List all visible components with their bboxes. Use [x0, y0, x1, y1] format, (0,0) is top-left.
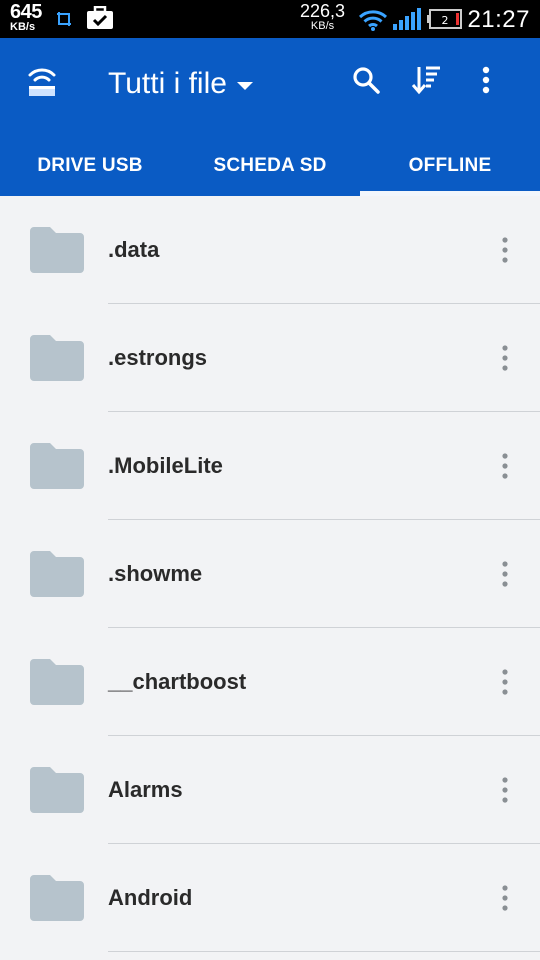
briefcase-check-icon: [86, 5, 114, 35]
status-bar: 645 KB/s 226,3 KB/s 2 21:27: [0, 0, 540, 38]
status-time: 21:27: [467, 6, 530, 33]
tab-drive-usb[interactable]: DRIVE USB: [0, 136, 180, 196]
caret-down-icon: [236, 82, 253, 90]
page-title: Tutti i file: [108, 67, 227, 100]
tab-label: DRIVE USB: [37, 155, 143, 176]
file-list: .data .estrongs .MobileLite .showme __ch…: [0, 196, 540, 952]
more-vert-icon: [481, 66, 491, 99]
battery-level: 2: [442, 14, 449, 27]
folder-icon: [30, 551, 84, 597]
folder-icon: [30, 659, 84, 705]
folder-icon: [30, 335, 84, 381]
drive-icon[interactable]: [24, 64, 60, 100]
more-vert-icon[interactable]: [490, 230, 520, 270]
file-name: .estrongs: [108, 345, 208, 370]
list-item[interactable]: .data: [0, 196, 540, 304]
file-name: .showme: [108, 561, 203, 586]
divider: [108, 951, 540, 952]
file-name: .MobileLite: [108, 453, 223, 478]
more-vert-icon[interactable]: [490, 554, 520, 594]
more-vert-icon[interactable]: [490, 878, 520, 918]
tab-label: OFFLINE: [408, 155, 492, 176]
list-item[interactable]: .MobileLite: [0, 412, 540, 520]
more-vert-icon[interactable]: [490, 446, 520, 486]
tab-offline[interactable]: OFFLINE: [360, 136, 540, 196]
signal-icon: [392, 8, 422, 35]
screenshot-icon: [56, 11, 72, 32]
search-icon: [351, 65, 381, 100]
speed-left-unit: KB/s: [10, 21, 36, 33]
file-name: __chartboost: [108, 669, 247, 694]
speed-right-value: 226,3: [300, 1, 346, 21]
app-bar: Tutti i file DRIVE USB SCHEDA SD OFFLINE: [0, 38, 540, 196]
folder-icon: [30, 443, 84, 489]
speed-left-value: 645: [10, 1, 42, 23]
sort-button[interactable]: [406, 62, 446, 102]
file-name: Android: [108, 885, 193, 910]
speed-right-unit: KB/s: [310, 20, 335, 32]
file-name: .data: [108, 237, 160, 262]
search-button[interactable]: [346, 62, 386, 102]
battery-icon: 2: [426, 9, 462, 34]
folder-icon: [30, 767, 84, 813]
more-vert-icon[interactable]: [490, 338, 520, 378]
wifi-icon: [358, 9, 388, 36]
tab-scheda-sd[interactable]: SCHEDA SD: [180, 136, 360, 196]
network-speed-right: 226,3 KB/s: [300, 2, 345, 32]
tab-label: SCHEDA SD: [213, 155, 327, 176]
folder-icon: [30, 875, 84, 921]
list-item[interactable]: __chartboost: [0, 628, 540, 736]
list-item[interactable]: .estrongs: [0, 304, 540, 412]
tab-bar: DRIVE USB SCHEDA SD OFFLINE: [0, 136, 540, 196]
more-vert-icon[interactable]: [490, 770, 520, 810]
list-item[interactable]: Alarms: [0, 736, 540, 844]
more-options-button[interactable]: [466, 62, 506, 102]
file-name: Alarms: [108, 777, 183, 802]
list-item[interactable]: .showme: [0, 520, 540, 628]
sort-icon: [410, 64, 442, 101]
folder-icon: [30, 227, 84, 273]
location-dropdown[interactable]: Tutti i file: [108, 64, 253, 104]
network-speed-left: 645 KB/s: [10, 2, 42, 33]
more-vert-icon[interactable]: [490, 662, 520, 702]
list-item[interactable]: Android: [0, 844, 540, 952]
